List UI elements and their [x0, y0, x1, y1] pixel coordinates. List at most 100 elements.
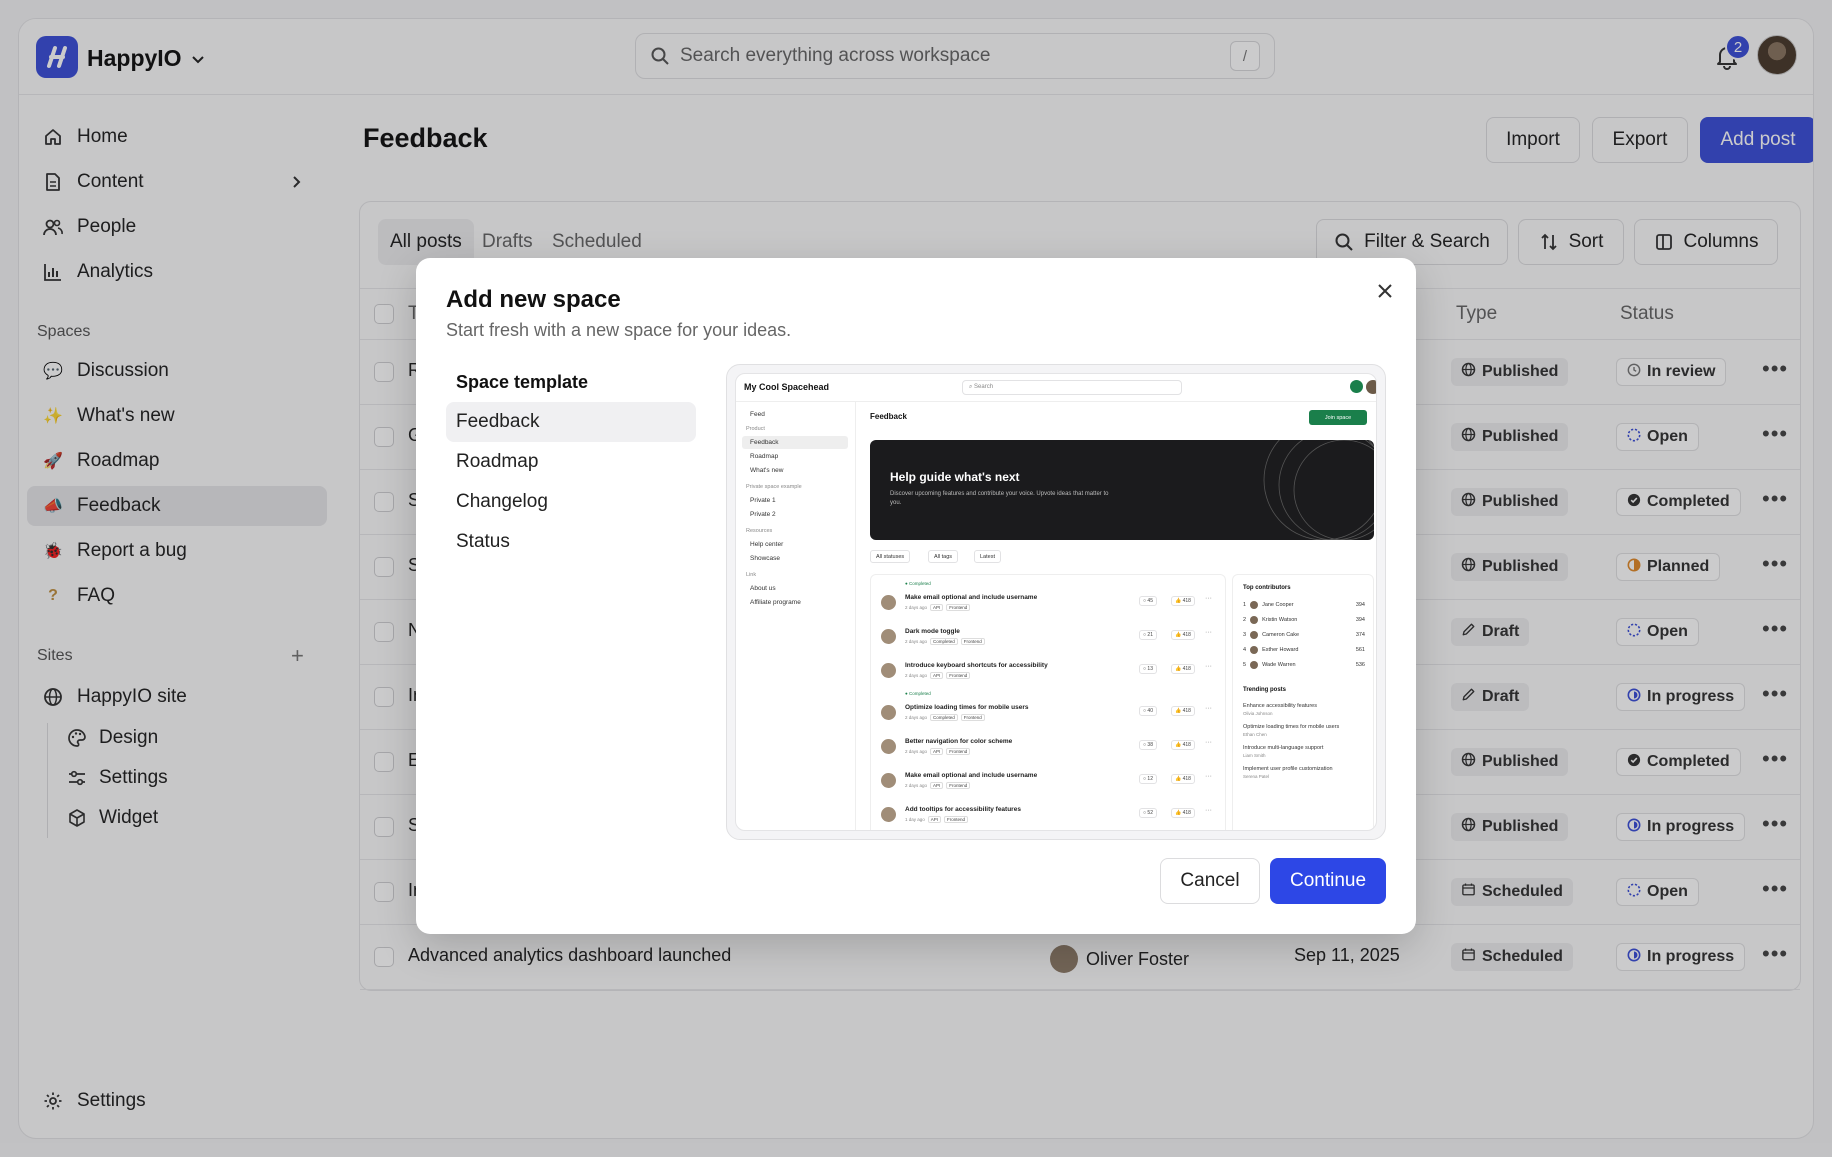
preview-comment-count: ○ 40 [1139, 706, 1157, 716]
trending-post-author: Liam Smith [1243, 753, 1266, 758]
preview-post-meta: 2 days ago API Frontend [905, 672, 971, 679]
preview-post-time: 2 days ago [905, 639, 928, 644]
preview-post: ● Completed Optimize loading times for mo… [871, 691, 1225, 731]
preview-more-icon: ··· [1205, 739, 1212, 746]
space-template-label: Space template [456, 372, 589, 392]
preview-post-avatar [881, 739, 896, 754]
preview-post-avatar [881, 629, 896, 644]
preview-nav-item: Affiliate programe [750, 599, 801, 606]
template-option-status[interactable]: Status [446, 522, 696, 562]
preview-post-time: 2 days ago [905, 783, 928, 788]
preview-hero-title: Help guide what's next [890, 470, 1020, 484]
preview-nav-item: Feed [750, 411, 765, 418]
preview-comment-value: 52 [1147, 810, 1153, 816]
preview-post-meta: 2 days ago API Frontend [905, 748, 971, 755]
preview-tag: Frontend [946, 748, 971, 755]
preview-post-avatar [881, 705, 896, 720]
preview-section-label: Resources [746, 528, 773, 534]
preview-search: ⌕ Search [962, 380, 1182, 395]
preview-nav-item: Showcase [750, 555, 780, 562]
preview-filter-chip: Latest [974, 550, 1001, 563]
preview-vote-count: 👍 418 [1171, 808, 1195, 818]
preview-section-label: Product [746, 426, 765, 432]
preview-post-title: Make email optional and include username [905, 594, 1038, 601]
preview-tag: Completed [930, 714, 958, 721]
preview-vote-count: 👍 418 [1171, 740, 1195, 750]
preview-post: Add tooltips for accessibility features 1… [871, 801, 1225, 830]
preview-tag: API [930, 672, 944, 679]
preview-more-icon: ··· [1205, 705, 1212, 712]
preview-nav-item: Feedback [742, 436, 848, 449]
preview-post: ● Completed Make email optional and inclu… [871, 581, 1225, 621]
preview-post-meta: 2 days ago API Frontend [905, 604, 971, 611]
preview-comment-count: ○ 45 [1139, 596, 1157, 606]
preview-filter-chip: All statuses [870, 550, 911, 563]
preview-post-avatar [881, 773, 896, 788]
preview-more-icon: ··· [1205, 807, 1212, 814]
preview-vote-value: 418 [1182, 776, 1191, 782]
preview-post-time: 1 day ago [905, 817, 925, 822]
preview-post-title: Introduce keyboard shortcuts for accessi… [905, 662, 1048, 669]
continue-button[interactable]: Continue [1270, 858, 1386, 904]
contributor-avatar [1250, 646, 1259, 654]
preview-tag: Frontend [960, 714, 985, 721]
trending-post-author: Ethan Chen [1243, 732, 1267, 737]
preview-post-avatar [881, 595, 896, 610]
preview-tag: Frontend [944, 816, 969, 823]
preview-vote-count: 👍 418 [1171, 596, 1195, 606]
trending-post-title: Implement user profile customization [1243, 766, 1333, 772]
preview-post-time: 2 days ago [905, 605, 928, 610]
trending-post-author: Olivia Johnson [1243, 711, 1273, 716]
preview-nav-item: Private 1 [750, 497, 776, 504]
close-icon[interactable] [1370, 276, 1400, 306]
preview-section-label: Link [746, 572, 757, 578]
preview-more-icon: ··· [1205, 663, 1212, 670]
preview-topbar: My Cool Spacehead ⌕ Search [736, 374, 1376, 402]
preview-contributor: 1 Jane Cooper 394 [1243, 601, 1365, 609]
template-option-roadmap[interactable]: Roadmap [446, 442, 696, 482]
cancel-button[interactable]: Cancel [1160, 858, 1260, 904]
preview-post-title: Dark mode toggle [905, 628, 960, 635]
template-option-feedback[interactable]: Feedback [446, 402, 696, 442]
preview-comment-value: 12 [1147, 776, 1153, 782]
preview-post-time: 2 days ago [905, 673, 928, 678]
preview-hero-text: Discover upcoming features and contribut… [890, 491, 1109, 506]
preview-tag: Frontend [946, 782, 971, 789]
preview-nav-item: What's new [750, 467, 784, 474]
preview-post-meta: 2 days ago Completed Frontend [905, 638, 985, 645]
contributor-score: 374 [1355, 632, 1365, 638]
contributor-rank: 3 [1243, 632, 1247, 638]
preview-comment-count: ○ 12 [1139, 774, 1157, 784]
trending-post-author: Serena Patel [1243, 774, 1270, 779]
preview-badge-text: Completed [908, 581, 931, 586]
preview-side-pane: Top contributors 1 Jane Cooper 394 2 Kristin… [1232, 574, 1374, 830]
modal-title: Add new space [446, 286, 621, 313]
preview-comment-value: 13 [1147, 666, 1153, 672]
contributor-avatar [1250, 616, 1259, 624]
preview-comment-value: 40 [1147, 708, 1153, 714]
contributor-name: Cameron Cake [1262, 632, 1300, 638]
contributor-rank: 5 [1243, 662, 1247, 668]
preview-post: Introduce keyboard shortcuts for accessi… [871, 657, 1225, 689]
preview-contributor: 5 Wade Warren 536 [1243, 661, 1365, 669]
preview-contributor: 4 Esther Howard 561 [1243, 646, 1365, 654]
add-space-modal: Add new space Start fresh with a new spa… [416, 258, 1416, 934]
contributor-score: 394 [1355, 617, 1365, 623]
preview-comment-value: 21 [1147, 632, 1153, 638]
preview-post-avatar [881, 807, 896, 822]
preview-post-title: Optimize loading times for mobile users [905, 704, 1029, 711]
preview-vote-value: 418 [1182, 708, 1191, 714]
contributor-rank: 4 [1243, 647, 1247, 653]
preview-tag: API [930, 782, 944, 789]
preview-tag: Frontend [960, 638, 985, 645]
contributor-score: 561 [1355, 647, 1365, 653]
preview-window: My Cool Spacehead ⌕ Search Feed Product … [735, 373, 1377, 831]
contributor-name: Kristin Watson [1262, 617, 1298, 623]
template-option-changelog[interactable]: Changelog [446, 482, 696, 522]
preview-comment-count: ○ 13 [1139, 664, 1157, 674]
hero-decoration [1263, 440, 1374, 540]
preview-nav-item: Private 2 [750, 511, 776, 518]
contributor-score: 394 [1355, 602, 1365, 608]
preview-more-icon: ··· [1205, 629, 1212, 636]
contributor-avatar [1250, 631, 1259, 639]
